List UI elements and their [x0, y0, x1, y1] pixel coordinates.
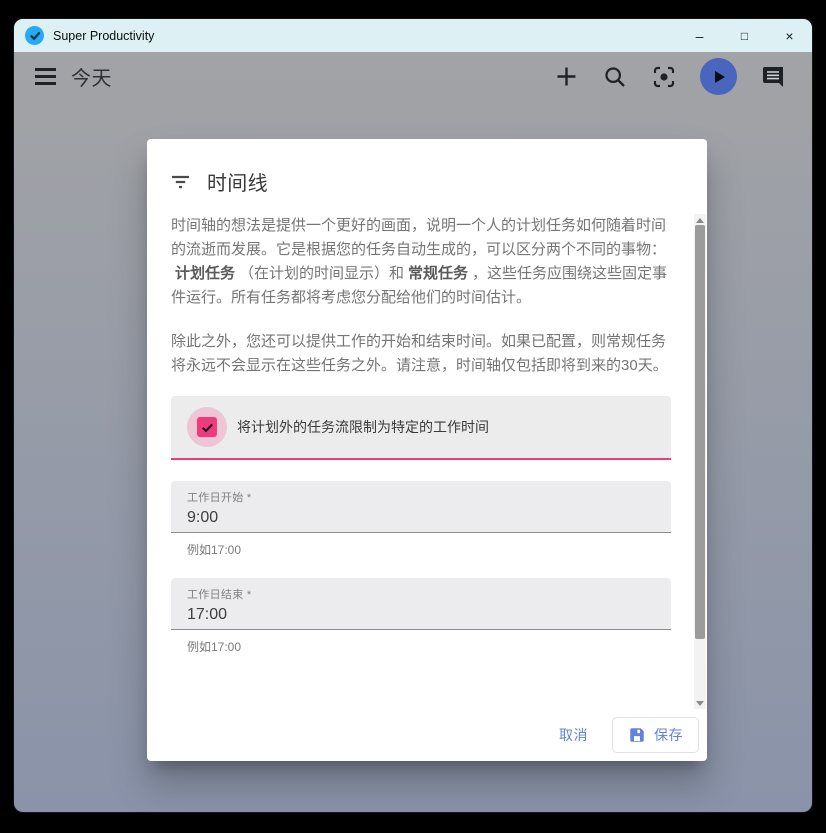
workday-start-group: 工作日开始 * 9:00 例如17:00	[171, 481, 671, 558]
comment-icon[interactable]	[760, 64, 786, 90]
intro-text: （在计划的时间显示）和	[239, 265, 404, 282]
add-task-icon[interactable]	[553, 64, 579, 90]
field-hint: 例如17:00	[187, 638, 655, 655]
intro-paragraph: 时间轴的想法是提供一个更好的画面，说明一个人的计划任务如何随着时间的流逝而发展。…	[171, 214, 671, 310]
timeline-dialog: 时间线 时间轴的想法是提供一个更好的画面，说明一个人的计划任务如何随着时间的流逝…	[147, 139, 707, 761]
main-toolbar: 今天	[14, 52, 812, 101]
app-logo-icon	[25, 26, 44, 45]
app-window: Super Productivity – □ × 今天	[14, 19, 812, 812]
cancel-button[interactable]: 取消	[543, 717, 604, 753]
field-label: 工作日开始 *	[187, 489, 655, 505]
field-label: 工作日结束 *	[187, 586, 655, 602]
close-button[interactable]: ×	[767, 19, 812, 52]
focus-mode-icon[interactable]	[651, 64, 677, 90]
checkbox-ripple	[187, 407, 227, 447]
window-title: Super Productivity	[53, 29, 677, 43]
dialog-scrollbar[interactable]	[694, 214, 706, 709]
window-controls: – □ ×	[677, 19, 812, 52]
dialog-body: 时间轴的想法是提供一个更好的画面，说明一个人的计划任务如何随着时间的流逝而发展。…	[147, 214, 693, 709]
bold-regular-tasks: 常规任务	[408, 265, 468, 282]
menu-icon[interactable]	[32, 64, 58, 90]
dialog-header: 时间线	[147, 139, 707, 214]
save-button[interactable]: 保存	[612, 717, 699, 753]
maximize-button[interactable]: □	[722, 19, 767, 52]
dialog-footer: 取消 保存	[147, 709, 707, 761]
field-hint: 例如17:00	[187, 541, 655, 558]
play-icon	[711, 69, 727, 85]
checkbox-label[interactable]: 将计划外的任务流限制为特定的工作时间	[237, 417, 489, 437]
scrollbar-down-icon[interactable]	[694, 697, 706, 709]
field-value[interactable]: 17:00	[187, 606, 655, 624]
search-icon[interactable]	[602, 64, 628, 90]
workday-end-field[interactable]: 工作日结束 * 17:00	[171, 578, 671, 630]
save-icon	[628, 726, 646, 744]
work-hours-checkbox[interactable]	[197, 417, 217, 437]
titlebar: Super Productivity – □ ×	[14, 19, 812, 52]
workday-end-group: 工作日结束 * 17:00 例如17:00	[171, 578, 671, 655]
filter-icon	[171, 175, 190, 189]
checkmark-icon	[200, 420, 215, 435]
workday-start-field[interactable]: 工作日开始 * 9:00	[171, 481, 671, 533]
scrollbar-thumb[interactable]	[695, 225, 705, 639]
page-title: 今天	[71, 62, 112, 91]
minimize-button[interactable]: –	[677, 19, 722, 52]
save-button-label: 保存	[654, 725, 683, 745]
second-paragraph: 除此之外，您还可以提供工作的开始和结束时间。如果已配置，则常规任务将永远不会显示…	[171, 330, 671, 378]
field-value[interactable]: 9:00	[187, 509, 655, 527]
bold-scheduled-tasks: 计划任务	[175, 265, 235, 282]
intro-text: 时间轴的想法是提供一个更好的画面，说明一个人的计划任务如何随着时间的流逝而发展。…	[171, 217, 666, 258]
work-hours-checkbox-row[interactable]: 将计划外的任务流限制为特定的工作时间	[171, 396, 671, 460]
play-button[interactable]	[700, 58, 737, 95]
dialog-title: 时间线	[207, 167, 268, 196]
